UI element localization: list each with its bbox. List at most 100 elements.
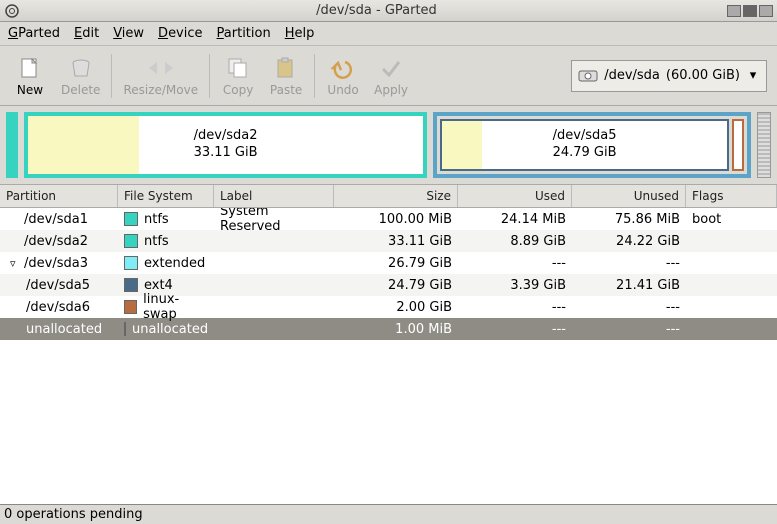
menu-device[interactable]: Device: [158, 26, 202, 41]
window-buttons: [727, 5, 773, 17]
status-bar: 0 operations pending: [0, 504, 777, 524]
col-label[interactable]: Label: [214, 185, 334, 207]
vis-p1-name: /dev/sda2: [194, 128, 258, 145]
col-flags[interactable]: Flags: [686, 185, 777, 207]
fs-swatch: [124, 322, 126, 336]
col-unused[interactable]: Unused: [572, 185, 686, 207]
cell-size: 100.00 MiB: [334, 212, 458, 227]
table-row[interactable]: /dev/sda5ext4 24.79 GiB3.39 GiB21.41 GiB: [0, 274, 777, 296]
app-icon: [4, 3, 20, 19]
table-header: Partition File System Label Size Used Un…: [0, 184, 777, 208]
cell-partition: ▿/dev/sda3: [0, 256, 118, 271]
separator: [111, 54, 112, 98]
vis-p2-name: /dev/sda5: [553, 128, 617, 145]
cell-filesystem: linux-swap: [118, 292, 214, 322]
copy-icon: [224, 55, 252, 81]
table-row[interactable]: /dev/sda6linux-swap2.00 GiB------: [0, 296, 777, 318]
apply-icon: [377, 55, 405, 81]
cell-filesystem: ntfs: [118, 212, 214, 227]
cell-filesystem: unallocated: [118, 322, 214, 337]
paste-button[interactable]: Paste: [262, 50, 310, 102]
menu-help[interactable]: Help: [285, 26, 315, 41]
expander-icon[interactable]: ▿: [10, 257, 20, 270]
cell-used: ---: [458, 300, 572, 315]
undo-icon: [329, 55, 357, 81]
menu-view[interactable]: View: [113, 26, 144, 41]
device-name: /dev/sda: [604, 68, 660, 83]
cell-filesystem: extended: [118, 256, 214, 271]
minimize-button[interactable]: [727, 5, 741, 17]
cell-size: 1.00 MiB: [334, 322, 458, 337]
vis-sda1[interactable]: [6, 112, 18, 178]
cell-unused: ---: [572, 256, 686, 271]
resize-icon: [147, 55, 175, 81]
fs-swatch: [124, 234, 138, 248]
cell-partition: /dev/sda5: [0, 278, 118, 293]
col-partition[interactable]: Partition: [0, 185, 118, 207]
cell-partition: unallocated: [0, 322, 118, 337]
cell-partition: /dev/sda2: [0, 234, 118, 249]
cell-unused: ---: [572, 300, 686, 315]
menu-partition[interactable]: Partition: [217, 26, 271, 41]
cell-used: 24.14 MiB: [458, 212, 572, 227]
separator: [314, 54, 315, 98]
resize-button[interactable]: Resize/Move: [116, 50, 205, 102]
cell-flags: boot: [686, 212, 777, 227]
vis-sda5[interactable]: /dev/sda5 24.79 GiB: [440, 119, 729, 171]
undo-button[interactable]: Undo: [319, 50, 367, 102]
apply-button[interactable]: Apply: [367, 50, 415, 102]
toolbar: New Delete Resize/Move Copy Paste Undo A…: [0, 46, 777, 106]
partition-visual: /dev/sda2 33.11 GiB /dev/sda5 24.79 GiB: [0, 106, 777, 184]
vis-p1-size: 33.11 GiB: [194, 145, 258, 162]
delete-button[interactable]: Delete: [54, 50, 107, 102]
cell-unused: 24.22 GiB: [572, 234, 686, 249]
col-size[interactable]: Size: [334, 185, 458, 207]
cell-size: 26.79 GiB: [334, 256, 458, 271]
col-filesystem[interactable]: File System: [118, 185, 214, 207]
copy-button[interactable]: Copy: [214, 50, 262, 102]
fs-swatch: [124, 256, 138, 270]
device-selector[interactable]: /dev/sda (60.00 GiB) ▾: [571, 60, 767, 92]
menu-gparted[interactable]: GParted: [8, 26, 60, 41]
table-row[interactable]: /dev/sda1ntfsSystem Reserved100.00 MiB24…: [0, 208, 777, 230]
paste-icon: [272, 55, 300, 81]
vis-extended[interactable]: /dev/sda5 24.79 GiB: [433, 112, 751, 178]
table-row[interactable]: /dev/sda2ntfs 33.11 GiB8.89 GiB24.22 GiB: [0, 230, 777, 252]
cell-used: ---: [458, 256, 572, 271]
new-button[interactable]: New: [6, 50, 54, 102]
cell-used: 8.89 GiB: [458, 234, 572, 249]
cell-filesystem: ntfs: [118, 234, 214, 249]
cell-used: ---: [458, 322, 572, 337]
cell-used: 3.39 GiB: [458, 278, 572, 293]
maximize-button[interactable]: [743, 5, 757, 17]
delete-icon: [67, 55, 95, 81]
table-row[interactable]: ▿/dev/sda3extended26.79 GiB------: [0, 252, 777, 274]
fs-swatch: [124, 300, 137, 314]
cell-filesystem: ext4: [118, 278, 214, 293]
fs-swatch: [124, 278, 138, 292]
cell-partition: /dev/sda1: [0, 212, 118, 227]
new-icon: [16, 55, 44, 81]
chevron-down-icon: ▾: [746, 68, 760, 83]
vis-sda6[interactable]: [732, 119, 744, 171]
menu-edit[interactable]: Edit: [74, 26, 99, 41]
cell-size: 33.11 GiB: [334, 234, 458, 249]
separator: [209, 54, 210, 98]
device-size: (60.00 GiB): [666, 68, 740, 83]
close-button[interactable]: [759, 5, 773, 17]
titlebar: /dev/sda - GParted: [0, 0, 777, 22]
window-title: /dev/sda - GParted: [26, 3, 727, 18]
cell-unused: ---: [572, 322, 686, 337]
cell-unused: 21.41 GiB: [572, 278, 686, 293]
menubar: GParted Edit View Device Partition Help: [0, 22, 777, 46]
partition-table: /dev/sda1ntfsSystem Reserved100.00 MiB24…: [0, 208, 777, 504]
vis-sda2[interactable]: /dev/sda2 33.11 GiB: [24, 112, 427, 178]
fs-swatch: [124, 212, 138, 226]
table-row[interactable]: unallocatedunallocated1.00 MiB------: [0, 318, 777, 340]
vis-p2-size: 24.79 GiB: [553, 145, 617, 162]
scrollbar[interactable]: [757, 112, 771, 178]
cell-label: System Reserved: [214, 208, 334, 234]
col-used[interactable]: Used: [458, 185, 572, 207]
cell-size: 24.79 GiB: [334, 278, 458, 293]
cell-partition: /dev/sda6: [0, 300, 118, 315]
